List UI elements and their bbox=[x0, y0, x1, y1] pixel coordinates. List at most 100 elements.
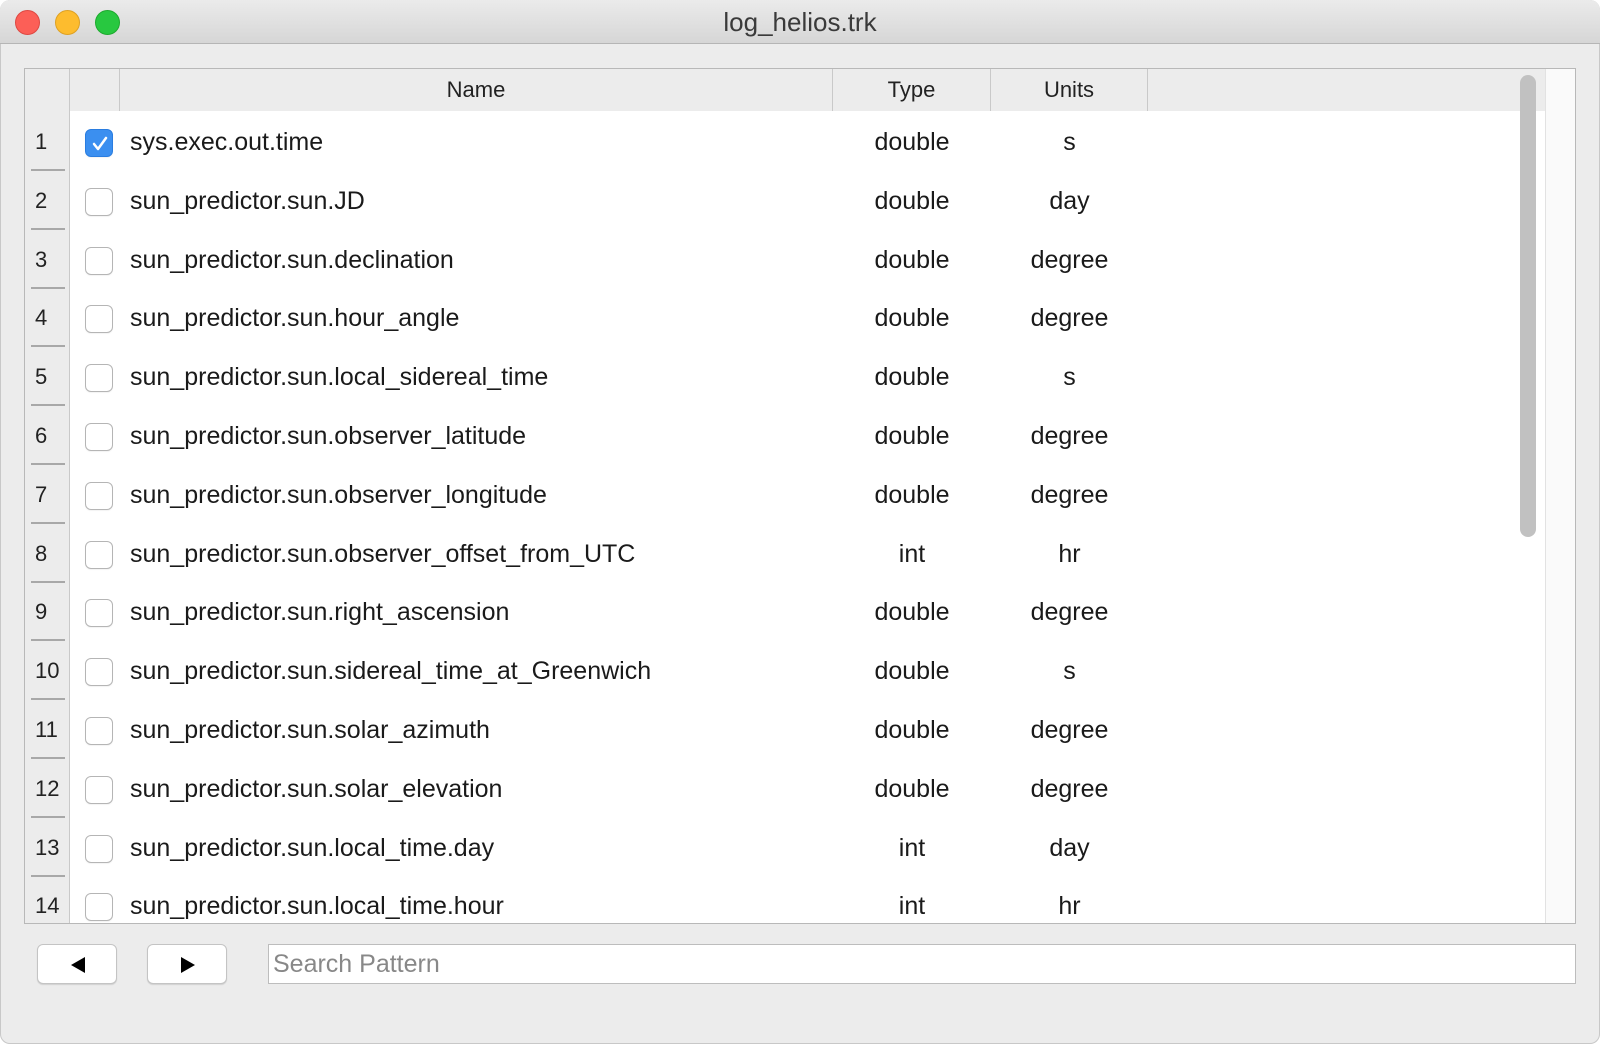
search-input[interactable] bbox=[268, 944, 1576, 984]
variable-units: s bbox=[1063, 128, 1076, 156]
table-row[interactable]: 5 sun_predictor.sun.local_sidereal_time do… bbox=[25, 346, 1545, 407]
variable-units: s bbox=[1063, 363, 1076, 392]
row-checkbox[interactable] bbox=[85, 775, 113, 804]
row-number: 14 bbox=[35, 893, 60, 919]
row-checkbox[interactable] bbox=[85, 599, 113, 628]
table-row[interactable]: 3 sun_predictor.sun.declination double degr… bbox=[25, 229, 1545, 289]
row-checkbox[interactable] bbox=[85, 540, 113, 569]
variable-name: sun_predictor.sun.sidereal_time_at_Green… bbox=[130, 657, 652, 686]
row-number: 9 bbox=[35, 599, 48, 625]
header-name[interactable]: Name bbox=[120, 69, 833, 111]
variable-type: double bbox=[874, 186, 950, 215]
variable-name: sun_predictor.sun.solar_elevation bbox=[130, 774, 503, 803]
table-row[interactable]: 11 sun_predictor.sun.solar_azimuth double d… bbox=[25, 699, 1545, 759]
variable-name: sun_predictor.sun.hour_angle bbox=[130, 304, 460, 333]
window-title: log_helios.trk bbox=[723, 7, 877, 37]
row-number: 3 bbox=[35, 246, 48, 272]
variable-units: hr bbox=[1058, 892, 1081, 921]
variable-type: double bbox=[874, 128, 950, 156]
header-type[interactable]: Type bbox=[833, 69, 991, 111]
variable-name: sun_predictor.sun.observer_offset_from_U… bbox=[130, 539, 636, 568]
row-checkbox[interactable] bbox=[85, 187, 113, 216]
variable-units: degree bbox=[1030, 245, 1109, 274]
row-number: 6 bbox=[35, 423, 48, 448]
table-row[interactable]: 8 sun_predictor.sun.observer_offset_from_… bbox=[25, 523, 1545, 583]
right-triangle-icon bbox=[181, 957, 195, 973]
row-checkbox[interactable] bbox=[85, 305, 113, 334]
variable-type: double bbox=[874, 422, 950, 450]
variable-type: double bbox=[874, 657, 950, 686]
table-row[interactable]: 10 sun_predictor.sun.sidereal_time_at_Gre… bbox=[25, 640, 1545, 701]
table-row[interactable]: 2 sun_predictor.sun.JD double day bbox=[25, 170, 1545, 230]
variable-units: degree bbox=[1030, 422, 1109, 450]
row-number: 2 bbox=[35, 187, 48, 213]
left-triangle-icon bbox=[71, 957, 85, 973]
row-checkbox[interactable] bbox=[85, 423, 113, 451]
variable-units: degree bbox=[1030, 598, 1109, 627]
variable-type: double bbox=[874, 774, 950, 803]
row-number: 4 bbox=[35, 305, 48, 331]
variable-units: hr bbox=[1058, 539, 1081, 568]
row-number: 8 bbox=[35, 540, 48, 566]
variable-type: double bbox=[874, 245, 950, 274]
variable-units: day bbox=[1049, 186, 1090, 215]
variable-name: sun_predictor.sun.right_ascension bbox=[130, 598, 510, 627]
variable-units: degree bbox=[1030, 716, 1109, 744]
row-checkbox[interactable] bbox=[85, 717, 113, 745]
variable-name: sun_predictor.sun.solar_azimuth bbox=[130, 716, 490, 744]
variable-units: degree bbox=[1030, 304, 1109, 333]
variable-name: sun_predictor.sun.local_sidereal_time bbox=[130, 363, 549, 392]
table-row[interactable]: 7 sun_predictor.sun.observer_longitude dou… bbox=[25, 464, 1545, 524]
row-checkbox[interactable] bbox=[85, 481, 113, 510]
variable-name: sun_predictor.sun.local_time.day bbox=[130, 833, 495, 862]
row-number: 12 bbox=[35, 775, 60, 801]
row-number: 1 bbox=[35, 129, 48, 154]
row-checkbox[interactable] bbox=[85, 129, 113, 157]
row-checkbox[interactable] bbox=[85, 893, 113, 922]
table-row[interactable]: 4 sun_predictor.sun.hour_angle double degre… bbox=[25, 287, 1545, 348]
variable-table: Name Type Units 1 sys.exec.out.time double… bbox=[24, 68, 1576, 924]
variable-name: sun_predictor.sun.declination bbox=[130, 245, 454, 274]
variable-type: double bbox=[874, 304, 950, 333]
row-checkbox[interactable] bbox=[85, 364, 113, 393]
table-header: Name Type Units bbox=[25, 69, 1545, 111]
row-number: 7 bbox=[35, 481, 48, 507]
row-checkbox[interactable] bbox=[85, 246, 113, 275]
variable-name: sys.exec.out.time bbox=[130, 128, 324, 156]
previous-button[interactable] bbox=[37, 944, 117, 984]
table-row[interactable]: 13 sun_predictor.sun.local_time.day int day bbox=[25, 817, 1545, 877]
table-row[interactable]: 6 sun_predictor.sun.observer_latitude doub… bbox=[25, 405, 1545, 465]
row-number: 10 bbox=[35, 658, 60, 684]
variable-name: sun_predictor.sun.local_time.hour bbox=[130, 892, 504, 921]
variable-units: degree bbox=[1030, 774, 1109, 803]
table-row[interactable]: 1 sys.exec.out.time double s bbox=[25, 111, 1545, 171]
variable-type: int bbox=[898, 539, 926, 568]
variable-units: degree bbox=[1030, 480, 1109, 509]
variable-type: int bbox=[898, 833, 926, 862]
row-checkbox[interactable] bbox=[85, 658, 113, 687]
variable-units: day bbox=[1049, 833, 1090, 862]
row-number: 11 bbox=[35, 717, 58, 742]
main-window: log_helios.trk Name Type Units 1 sys.exec… bbox=[0, 0, 1600, 1044]
scrollbar-thumb[interactable] bbox=[1520, 75, 1536, 537]
variable-name: sun_predictor.sun.JD bbox=[130, 186, 365, 215]
header-checkbox[interactable] bbox=[70, 69, 120, 111]
table-row[interactable]: 14 sun_predictor.sun.local_time.hour int hr bbox=[25, 875, 1545, 923]
checkmark-icon bbox=[92, 136, 108, 151]
variable-type: double bbox=[874, 598, 950, 627]
variable-name: sun_predictor.sun.observer_latitude bbox=[130, 422, 527, 450]
title-bar: log_helios.trk bbox=[0, 0, 1600, 44]
variable-units: s bbox=[1063, 657, 1076, 686]
variable-type: double bbox=[874, 363, 950, 392]
next-button[interactable] bbox=[147, 944, 227, 984]
table-row[interactable]: 12 sun_predictor.sun.solar_elevation doubl… bbox=[25, 758, 1545, 818]
row-checkbox[interactable] bbox=[85, 834, 113, 863]
vertical-scrollbar[interactable] bbox=[1545, 69, 1575, 923]
variable-type: int bbox=[898, 892, 926, 921]
header-units[interactable]: Units bbox=[991, 69, 1148, 111]
variable-name: sun_predictor.sun.observer_longitude bbox=[130, 480, 547, 509]
variable-type: double bbox=[874, 716, 950, 744]
variable-type: double bbox=[874, 480, 950, 509]
table-row[interactable]: 9 sun_predictor.sun.right_ascension double… bbox=[25, 581, 1545, 642]
header-rownum bbox=[25, 69, 70, 111]
